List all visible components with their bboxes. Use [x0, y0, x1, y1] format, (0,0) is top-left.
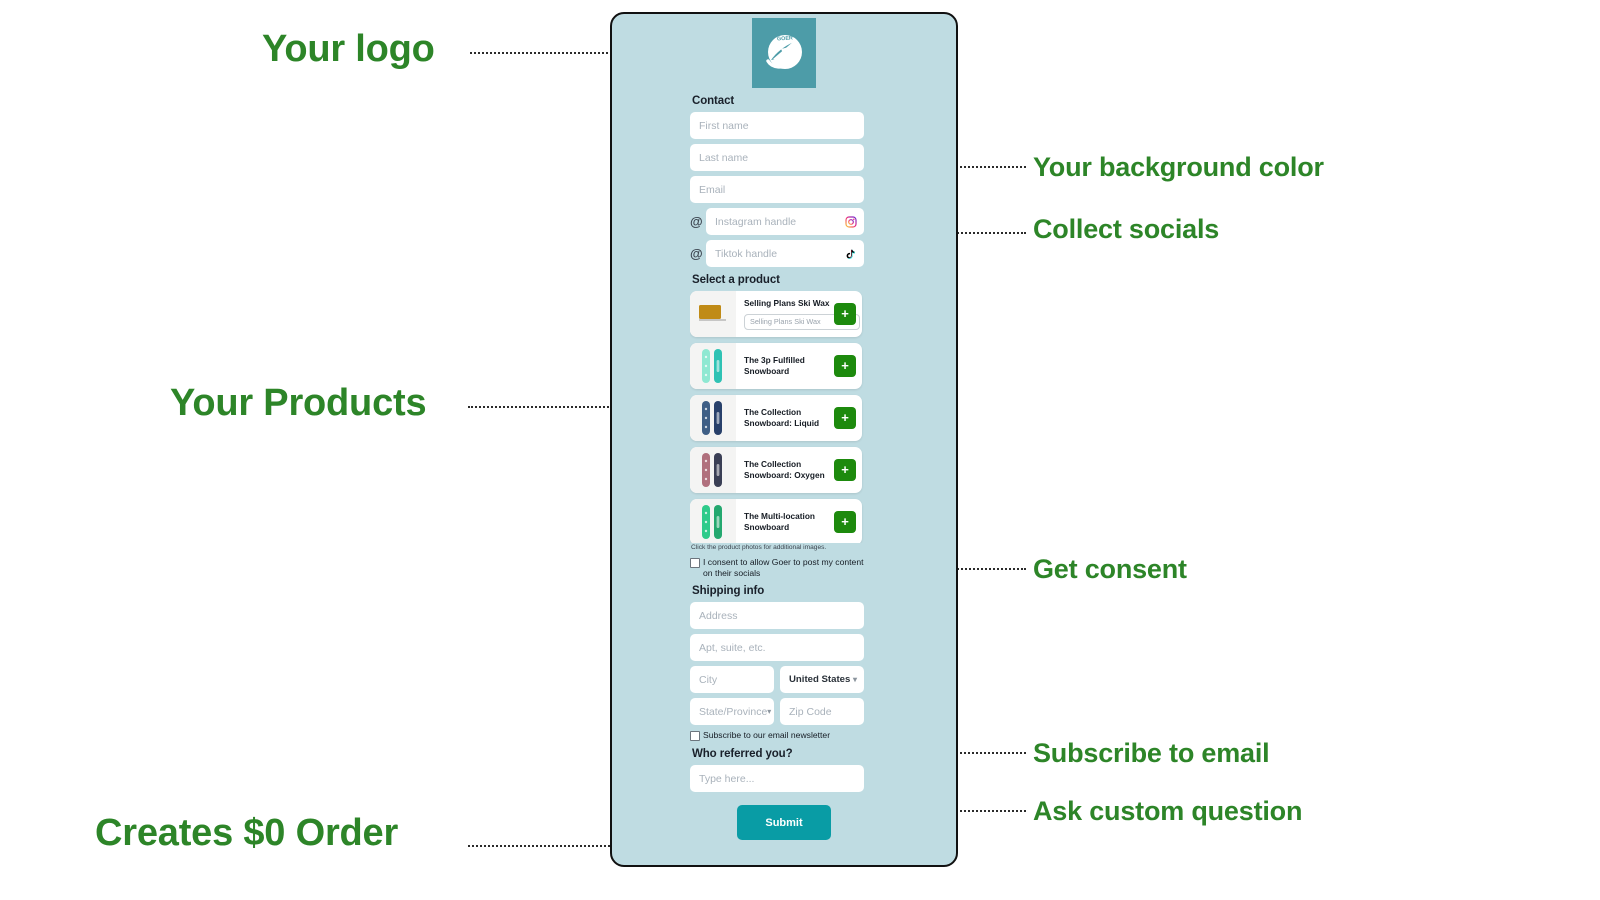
product-thumbnail[interactable] — [690, 343, 736, 389]
product-thumbnail[interactable] — [690, 447, 736, 493]
instagram-icon — [845, 215, 857, 228]
snowboard-thumb-icon — [702, 453, 722, 487]
add-product-button[interactable]: + — [834, 511, 856, 533]
product-list[interactable]: Selling Plans Ski Wax Selling Plans Ski W… — [690, 291, 864, 543]
product-name: The Collection Snowboard: Oxygen — [744, 459, 825, 480]
city-placeholder-text: City — [699, 673, 718, 686]
annotation-collect-socials: Collect socials — [1033, 214, 1220, 244]
country-select[interactable]: United States ▾ — [780, 666, 864, 694]
products-section-title: Select a product — [692, 274, 780, 286]
annotation-background-color: Your background color — [1033, 152, 1324, 182]
newsletter-label: Subscribe to our email newsletter — [703, 730, 831, 741]
at-symbol-icon-2: @ — [690, 246, 703, 261]
consent-checkbox[interactable] — [690, 558, 700, 568]
country-value-text: United States — [789, 674, 851, 686]
contact-section-title: Contact — [692, 95, 735, 107]
product-thumbnail[interactable] — [690, 499, 736, 543]
product-card[interactable]: The Collection Snowboard: Liquid + — [690, 395, 862, 441]
add-product-button[interactable]: + — [834, 303, 856, 325]
tiktok-row: @ Tiktok handle — [690, 240, 878, 267]
brand-logo: GOER — [752, 18, 816, 88]
add-product-button[interactable]: + — [834, 407, 856, 429]
add-product-button[interactable]: + — [834, 459, 856, 481]
chevron-down-icon-2: ▾ — [767, 707, 772, 717]
snowboard-thumb-icon — [702, 505, 722, 539]
product-card[interactable]: Selling Plans Ski Wax Selling Plans Ski W… — [690, 291, 862, 337]
svg-text:GOER: GOER — [777, 35, 793, 42]
at-symbol-icon: @ — [690, 214, 703, 229]
instagram-row: @ Instagram handle — [690, 208, 878, 235]
shipping-section-title: Shipping info — [692, 585, 765, 598]
tiktok-placeholder-text: Tiktok handle — [715, 247, 778, 260]
annotation-subscribe-email: Subscribe to email — [1033, 738, 1270, 768]
snowboard-thumb-icon — [702, 401, 722, 435]
annotation-creates-zero-order: Creates $0 Order — [95, 812, 399, 854]
product-thumbnail[interactable] — [690, 395, 736, 441]
state-zip-row: State/Province ▾ Zip Code — [690, 698, 878, 726]
ski-wax-thumb-icon — [699, 305, 726, 321]
annotation-get-consent: Get consent — [1033, 554, 1187, 584]
logo-container: GOER — [612, 14, 956, 88]
newsletter-row[interactable]: Subscribe to our email newsletter — [690, 730, 868, 742]
submit-button[interactable]: Submit — [737, 805, 831, 841]
last-name-input[interactable]: Last name — [690, 144, 864, 171]
instagram-handle-input[interactable]: Instagram handle — [706, 208, 864, 235]
first-name-input[interactable]: First name — [690, 112, 864, 139]
tiktok-handle-input[interactable]: Tiktok handle — [706, 240, 864, 267]
product-variant-text: Selling Plans Ski Wax — [750, 317, 821, 327]
city-input[interactable]: City — [690, 666, 774, 694]
newsletter-checkbox[interactable] — [690, 731, 700, 742]
address-input[interactable]: Address — [690, 602, 864, 630]
product-card[interactable]: The 3p Fulfilled Snowboard + — [690, 343, 862, 389]
snowboard-thumb-icon — [702, 349, 722, 383]
consent-row[interactable]: I consent to allow Goer to post my conte… — [690, 557, 868, 578]
zip-input[interactable]: Zip Code — [780, 698, 864, 726]
email-input[interactable]: Email — [690, 176, 864, 203]
apt-input[interactable]: Apt, suite, etc. — [690, 634, 864, 662]
referral-section-title: Who referred you? — [692, 748, 793, 761]
chevron-down-icon: ▾ — [852, 675, 857, 685]
product-name: The 3p Fulfilled Snowboard — [744, 355, 805, 376]
referral-input[interactable]: Type here... — [690, 765, 864, 793]
city-country-row: City United States ▾ — [690, 666, 878, 694]
add-product-button[interactable]: + — [834, 355, 856, 377]
product-card[interactable]: The Collection Snowboard: Oxygen + — [690, 447, 862, 493]
annotation-ask-custom-question: Ask custom question — [1033, 796, 1303, 826]
zip-placeholder-text: Zip Code — [789, 705, 832, 718]
instagram-placeholder-text: Instagram handle — [715, 215, 797, 228]
product-name: The Collection Snowboard: Liquid — [744, 407, 820, 428]
submit-container: Submit — [690, 805, 878, 841]
product-name: The Multi-location Snowboard — [744, 511, 815, 532]
product-thumbnail[interactable] — [690, 291, 736, 337]
annotation-your-logo: Your logo — [262, 28, 435, 70]
tiktok-icon — [846, 248, 855, 259]
product-photos-hint: Click the product photos for additional … — [691, 544, 827, 551]
consent-label: I consent to allow Goer to post my conte… — [703, 557, 864, 578]
signup-form-panel: GOER Contact First name Last name Email … — [610, 12, 958, 867]
state-select[interactable]: State/Province ▾ — [690, 698, 774, 726]
product-card[interactable]: The Multi-location Snowboard + — [690, 499, 862, 543]
annotation-your-products: Your Products — [170, 382, 427, 424]
airplane-logo-icon: GOER — [766, 35, 802, 69]
state-placeholder-text: State/Province — [699, 705, 768, 718]
